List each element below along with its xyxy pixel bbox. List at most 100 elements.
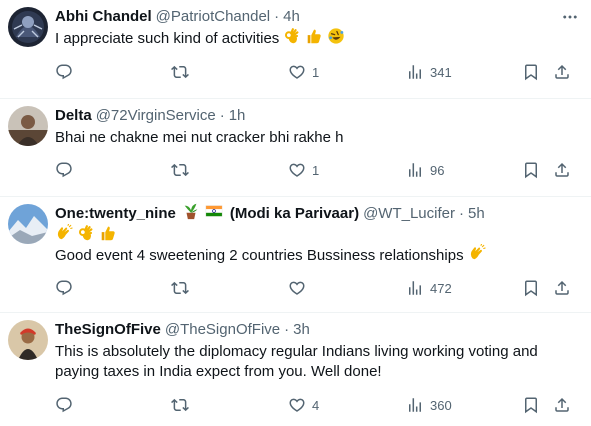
tweet[interactable]: Abhi Chandel @PatriotChandel · 4h I appr… (0, 0, 591, 99)
tweet-text-content: Good event 4 sweetening 2 countries Buss… (55, 247, 464, 264)
views-button[interactable]: 96 (406, 160, 444, 180)
reply-button[interactable] (55, 160, 79, 180)
views-icon (406, 161, 424, 179)
timestamp[interactable]: 5h (468, 204, 485, 224)
tweet-text: Bhai ne chakne mei nut cracker bhi rakhe… (55, 128, 591, 148)
bookmark-icon (522, 63, 540, 81)
like-icon (288, 161, 306, 179)
tweet-header: TheSignOfFive @TheSignOfFive · 3h (55, 320, 591, 340)
like-count: 1 (312, 64, 320, 80)
potted-plant-emoji (182, 202, 200, 226)
reply-button[interactable] (55, 62, 79, 82)
retweet-button[interactable] (171, 160, 195, 180)
share-button[interactable] (553, 278, 571, 298)
retweet-icon (171, 63, 189, 81)
reply-button[interactable] (55, 395, 79, 415)
display-name[interactable]: Abhi Chandel (55, 7, 152, 27)
tweet[interactable]: One:twenty_nine (Modi ka Parivaar) @WT_L… (0, 197, 591, 313)
timestamp[interactable]: 3h (293, 320, 310, 340)
display-name[interactable]: One:twenty_nine (55, 204, 176, 224)
like-button[interactable]: 1 (288, 160, 319, 180)
tweet-text-content: Bhai ne chakne mei nut cracker bhi rakhe… (55, 129, 344, 146)
user-handle[interactable]: @TheSignOfFive (165, 320, 280, 340)
avatar[interactable] (8, 204, 48, 244)
user-handle[interactable]: @72VirginService (96, 106, 216, 126)
bookmark-icon (522, 396, 540, 414)
bookmark-button[interactable] (522, 62, 540, 82)
more-icon (561, 8, 579, 26)
ok-hand-emoji (77, 224, 95, 248)
bookmark-button[interactable] (522, 278, 540, 298)
display-name-suffix[interactable]: (Modi ka Parivaar) (230, 204, 359, 224)
tweet-text: This is absolutely the diplomacy regular… (55, 342, 591, 382)
like-button[interactable]: 4 (288, 395, 319, 415)
avatar[interactable] (8, 106, 48, 146)
thumbs-up-emoji (99, 224, 117, 248)
bookmark-button[interactable] (522, 395, 540, 415)
view-count: 341 (430, 64, 452, 80)
retweet-icon (171, 396, 189, 414)
retweet-icon (171, 279, 189, 297)
separator-dot: · (459, 205, 464, 222)
reply-icon (55, 63, 73, 81)
tweet[interactable]: TheSignOfFive @TheSignOfFive · 3h This i… (0, 313, 591, 426)
reply-button[interactable] (55, 278, 79, 298)
views-button[interactable]: 360 (406, 395, 452, 415)
reply-icon (55, 161, 73, 179)
retweet-button[interactable] (171, 62, 195, 82)
display-name[interactable]: Delta (55, 106, 92, 126)
thumbs-up-emoji (305, 27, 323, 51)
retweet-button[interactable] (171, 395, 195, 415)
reply-icon (55, 396, 73, 414)
ok-hand-emoji (283, 27, 301, 51)
share-icon (553, 279, 571, 297)
user-handle[interactable]: @PatriotChandel (156, 7, 270, 27)
views-button[interactable]: 341 (406, 62, 452, 82)
like-count: 4 (312, 397, 320, 413)
more-button[interactable] (561, 7, 579, 27)
views-button[interactable]: 472 (406, 278, 452, 298)
share-button[interactable] (553, 395, 571, 415)
tweet-text: I appreciate such kind of activities (55, 29, 591, 49)
share-icon (553, 396, 571, 414)
avatar[interactable] (8, 7, 48, 47)
like-icon (288, 396, 306, 414)
action-bar: 472 (55, 278, 581, 298)
share-icon (553, 161, 571, 179)
view-count: 360 (430, 397, 452, 413)
display-name[interactable]: TheSignOfFive (55, 320, 161, 340)
views-icon (406, 63, 424, 81)
share-icon (553, 63, 571, 81)
retweet-button[interactable] (171, 278, 195, 298)
tweet-header: One:twenty_nine (Modi ka Parivaar) @WT_L… (55, 204, 591, 224)
tweet-text-line: This is absolutely the diplomacy regular… (55, 343, 538, 360)
bookmark-icon (522, 161, 540, 179)
view-count: 472 (430, 280, 452, 296)
avatar[interactable] (8, 320, 48, 360)
like-button[interactable]: 1 (288, 62, 319, 82)
timestamp[interactable]: 4h (283, 7, 300, 27)
clapping-hands-emoji (468, 244, 486, 268)
user-handle[interactable]: @WT_Lucifer (363, 204, 455, 224)
views-icon (406, 279, 424, 297)
action-bar: 1 341 (55, 62, 581, 82)
separator-dot: · (274, 8, 280, 25)
like-button[interactable] (288, 278, 312, 298)
reply-feed: Abhi Chandel @PatriotChandel · 4h I appr… (0, 0, 591, 426)
reply-icon (55, 279, 73, 297)
tweet[interactable]: Delta @72VirginService · 1h Bhai ne chak… (0, 99, 591, 197)
share-button[interactable] (553, 160, 571, 180)
tweet-text: Good event 4 sweetening 2 countries Buss… (55, 226, 591, 266)
clapping-hands-emoji (55, 224, 73, 248)
action-bar: 1 96 (55, 160, 581, 180)
timestamp[interactable]: 1h (229, 106, 246, 126)
separator-dot: · (219, 107, 225, 124)
bookmark-button[interactable] (522, 160, 540, 180)
bookmark-icon (522, 279, 540, 297)
share-button[interactable] (553, 62, 571, 82)
retweet-icon (171, 161, 189, 179)
like-icon (288, 63, 306, 81)
action-bar: 4 360 (55, 395, 581, 415)
india-flag-emoji (204, 202, 224, 226)
tweet-text-content: I appreciate such kind of activities (55, 30, 280, 47)
